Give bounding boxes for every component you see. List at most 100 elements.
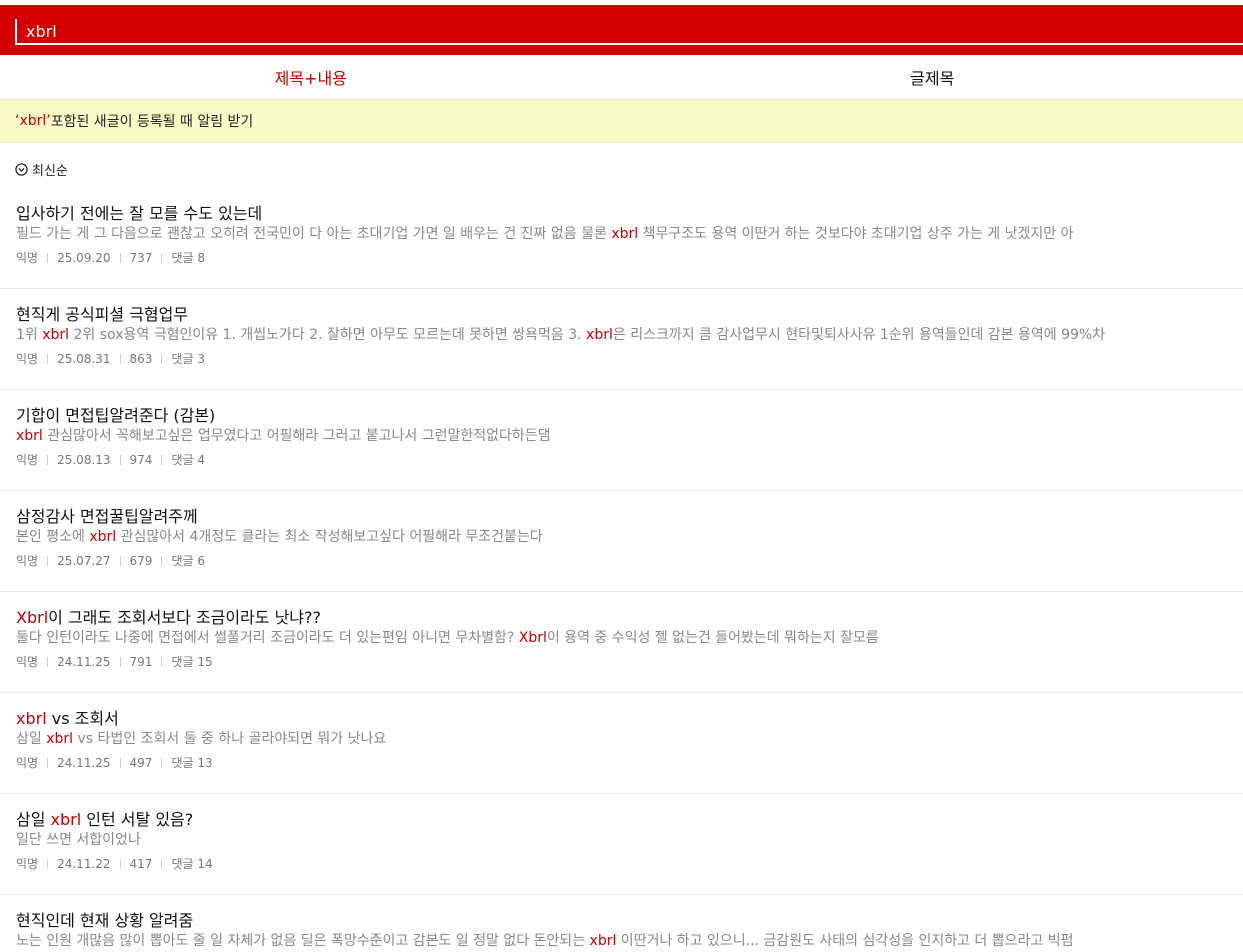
text-segment: 책무구조도 용역 이딴거 하는 것보다야 초대기업 상주 가는 게 낫겠지만 아 — [638, 226, 1074, 242]
post-meta: 익명 25.08.31 863 댓글 3 — [16, 350, 1243, 367]
text-segment: 2위 sox용역 극혐인이유 1. 개씹노가다 2. 잘하면 아무도 모르는데 … — [69, 327, 587, 343]
post-title[interactable]: 삼정감사 면접꿀팁알려주께 — [16, 503, 1243, 525]
post-date: 25.08.31 — [57, 351, 111, 366]
post-author: 익명 — [16, 756, 39, 770]
keyword-highlight: Xbrl — [16, 608, 49, 626]
keyword-alert-bar[interactable]: ‘xbrl’ 포함된 새글이 등록될 때 알림 받기 — [0, 100, 1243, 143]
meta-divider — [161, 454, 163, 465]
post-date: 24.11.25 — [57, 755, 111, 770]
meta-divider — [47, 252, 49, 263]
keyword-highlight: xbrl — [46, 731, 74, 747]
post-snippet: 둘다 인턴이라도 나중에 면접에서 썰풀거리 조금이라도 더 있는편임 아니면 … — [16, 627, 1243, 649]
text-segment: 인턴 서탈 있음? — [81, 810, 194, 828]
post-snippet: 필드 가는 게 그 다음으로 괜찮고 오히려 전국민이 다 아는 초대기업 가면… — [16, 223, 1243, 245]
text-segment: 현직인데 현재 상황 알려줌 — [16, 911, 194, 929]
post-comment-count: 댓글 4 — [171, 453, 205, 467]
post-snippet: xbrl 관심많아서 꼭해보고싶은 업무였다고 어필해라 그러고 붙고나서 그런… — [16, 425, 1243, 447]
post-date: 25.08.13 — [57, 452, 111, 467]
text-segment: 이 용역 중 수익성 젤 없는건 들어봤는데 뭐하는지 잘모름 — [546, 630, 879, 646]
post-snippet: 일단 쓰면 서합이었나 — [16, 829, 1243, 851]
search-tabs: 제목+내용 글제목 — [0, 55, 1243, 100]
text-segment: 삼일 — [16, 731, 47, 747]
chevron-down-circle-icon — [15, 162, 28, 176]
meta-divider — [119, 555, 121, 566]
post-title[interactable]: xbrl vs 조회서 — [16, 705, 1243, 727]
post-date: 24.11.25 — [57, 654, 111, 669]
post-author: 익명 — [16, 655, 39, 669]
search-header — [0, 5, 1243, 55]
meta-divider — [161, 757, 163, 768]
post-comment-count: 댓글 6 — [171, 554, 205, 568]
post-meta: 익명 25.07.27 679 댓글 6 — [16, 552, 1243, 569]
post-title[interactable]: Xbrl이 그래도 조회서보다 조금이라도 낫냐?? — [16, 604, 1243, 626]
meta-divider — [47, 757, 49, 768]
text-segment: 현직게 공식피셜 극혐업무 — [16, 305, 189, 323]
list-item[interactable]: Xbrl이 그래도 조회서보다 조금이라도 낫냐?? 둘다 인턴이라도 나중에 면… — [0, 592, 1243, 693]
post-title[interactable]: 현직인데 현재 상황 알려줌 — [16, 907, 1243, 929]
keyword-highlight: xbrl — [589, 933, 617, 949]
list-item[interactable]: 삼일 xbrl 인턴 서탈 있음? 일단 쓰면 서합이었나 익명 24.11.22 41… — [0, 794, 1243, 895]
post-views: 863 — [129, 351, 153, 366]
post-author: 익명 — [16, 554, 39, 568]
post-author: 익명 — [16, 857, 39, 871]
post-date: 25.07.27 — [57, 553, 111, 568]
post-list: 입사하기 전에는 잘 모를 수도 있는데필드 가는 게 그 다음으로 괜찮고 오… — [0, 188, 1243, 952]
text-segment: 입사하기 전에는 잘 모를 수도 있는데 — [16, 204, 263, 222]
meta-divider — [161, 555, 163, 566]
tab-title-content[interactable]: 제목+내용 — [0, 55, 622, 99]
post-comment-count: 댓글 3 — [171, 352, 205, 366]
meta-divider — [119, 858, 121, 869]
text-segment: 1위 — [16, 327, 43, 343]
post-views: 791 — [129, 654, 153, 669]
meta-divider — [47, 858, 49, 869]
meta-divider — [161, 858, 163, 869]
post-views: 737 — [129, 250, 153, 265]
sort-dropdown[interactable]: 최신순 — [15, 159, 68, 179]
list-item[interactable]: 현직인데 현재 상황 알려줌노는 인원 개많음 많이 뽑아도 줄 일 자체가 없… — [0, 895, 1243, 952]
text-segment: 은 리스크까지 큼 감사업무시 현타및퇴사사유 1순위 용역들인데 감본 용역에… — [612, 327, 1106, 343]
list-item[interactable]: 기합이 면접팁알려준다 (감본) xbrl 관심많아서 꼭해보고싶은 업무였다고 … — [0, 390, 1243, 491]
post-snippet: 삼일 xbrl vs 타법인 조회서 둘 중 하나 골라야되면 뭐가 낫나요 — [16, 728, 1243, 750]
search-input[interactable] — [15, 19, 1243, 45]
text-segment: 필드 가는 게 그 다음으로 괜찮고 오히려 전국민이 다 아는 초대기업 가면… — [16, 226, 612, 242]
keyword-highlight: xbrl — [16, 428, 43, 444]
post-meta: 익명 25.08.13 974 댓글 4 — [16, 451, 1243, 468]
text-segment: vs 조회서 — [46, 709, 119, 727]
sort-label: 최신순 — [32, 163, 68, 179]
list-item[interactable]: xbrl vs 조회서 삼일 xbrl vs 타법인 조회서 둘 중 하나 골라야… — [0, 693, 1243, 794]
tab-title-only[interactable]: 글제목 — [622, 55, 1243, 99]
post-meta: 익명 24.11.25 791 댓글 15 — [16, 653, 1243, 670]
keyword-highlight: xbrl — [586, 327, 613, 343]
post-comment-count: 댓글 15 — [171, 655, 213, 669]
post-comment-count: 댓글 8 — [171, 251, 205, 265]
keyword-highlight: xbrl — [50, 810, 82, 828]
post-title[interactable]: 기합이 면접팁알려준다 (감본) — [16, 402, 1243, 424]
keyword-highlight: Xbrl — [518, 630, 547, 646]
list-item[interactable]: 입사하기 전에는 잘 모를 수도 있는데필드 가는 게 그 다음으로 괜찮고 오… — [0, 188, 1243, 289]
post-author: 익명 — [16, 453, 39, 467]
post-views: 417 — [129, 856, 153, 871]
post-title[interactable]: 입사하기 전에는 잘 모를 수도 있는데 — [16, 200, 1243, 222]
text-segment: 삼일 — [16, 810, 51, 828]
text-segment: vs 타법인 조회서 둘 중 하나 골라야되면 뭐가 낫나요 — [73, 731, 387, 747]
meta-divider — [47, 454, 49, 465]
text-segment: 기합이 면접팁알려준다 (감본) — [16, 406, 216, 424]
meta-divider — [161, 353, 163, 364]
text-segment: 노는 인원 개많음 많이 뽑아도 줄 일 자체가 없음 딜은 폭망수준이고 감본… — [16, 933, 590, 949]
list-item[interactable]: 현직게 공식피셜 극혐업무 1위 xbrl 2위 sox용역 극혐인이유 1. 개… — [0, 289, 1243, 390]
alert-keyword: ‘xbrl’ — [15, 113, 51, 129]
text-segment: 이딴거나 하고 있으니... 금감원도 사태의 심각성을 인지하고 더 뽑으라고… — [616, 933, 1074, 949]
text-segment: 이 그래도 조회서보다 조금이라도 낫냐?? — [48, 608, 321, 626]
post-views: 679 — [129, 553, 153, 568]
keyword-highlight: xbrl — [611, 226, 639, 242]
post-comment-count: 댓글 14 — [171, 857, 213, 871]
keyword-highlight: xbrl — [89, 529, 117, 545]
keyword-highlight: xbrl — [42, 327, 70, 343]
text-segment: 일단 쓰면 서합이었나 — [16, 832, 141, 848]
list-item[interactable]: 삼정감사 면접꿀팁알려주께 본인 평소에 xbrl 관심많아서 4개정도 클라는 … — [0, 491, 1243, 592]
post-views: 497 — [129, 755, 153, 770]
post-title[interactable]: 현직게 공식피셜 극혐업무 — [16, 301, 1243, 323]
post-title[interactable]: 삼일 xbrl 인턴 서탈 있음? — [16, 806, 1243, 828]
meta-divider — [47, 656, 49, 667]
meta-divider — [47, 555, 49, 566]
